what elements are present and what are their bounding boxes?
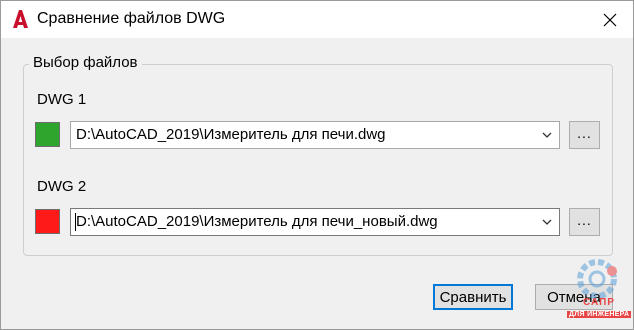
dwg2-path-text: D:\AutoCAD_2019\Измеритель для печи_новы… <box>76 213 438 230</box>
chevron-down-icon[interactable] <box>541 216 553 228</box>
watermark-text-subtitle: ДЛЯ ИНЖЕНЕРА <box>567 311 632 318</box>
compare-dwg-dialog: Сравнение файлов DWG Выбор файлов DWG 1 … <box>0 0 634 330</box>
chevron-down-icon[interactable] <box>541 129 553 141</box>
dwg2-color-swatch[interactable] <box>35 209 60 234</box>
compare-button[interactable]: Сравнить <box>433 284 513 310</box>
window-title: Сравнение файлов DWG <box>37 10 226 27</box>
dwg1-color-swatch[interactable] <box>35 122 60 147</box>
dwg2-browse-button[interactable]: ... <box>569 208 600 236</box>
autocad-logo-icon <box>13 10 28 28</box>
dwg1-label: DWG 1 <box>37 91 87 108</box>
close-button[interactable] <box>587 1 633 38</box>
dwg2-label: DWG 2 <box>37 178 87 195</box>
watermark-text-sapr: САПР <box>583 297 615 308</box>
dwg1-path-combobox[interactable]: D:\AutoCAD_2019\Измеритель для печи.dwg <box>70 121 560 149</box>
dwg1-path-text: D:\AutoCAD_2019\Измеритель для печи.dwg <box>76 126 386 143</box>
dwg1-browse-button[interactable]: ... <box>569 121 600 149</box>
title-bar[interactable]: Сравнение файлов DWG <box>1 1 633 38</box>
group-title: Выбор файлов <box>29 54 142 71</box>
close-icon <box>603 13 617 26</box>
dwg2-path-combobox[interactable]: D:\AutoCAD_2019\Измеритель для печи_новы… <box>70 208 560 236</box>
